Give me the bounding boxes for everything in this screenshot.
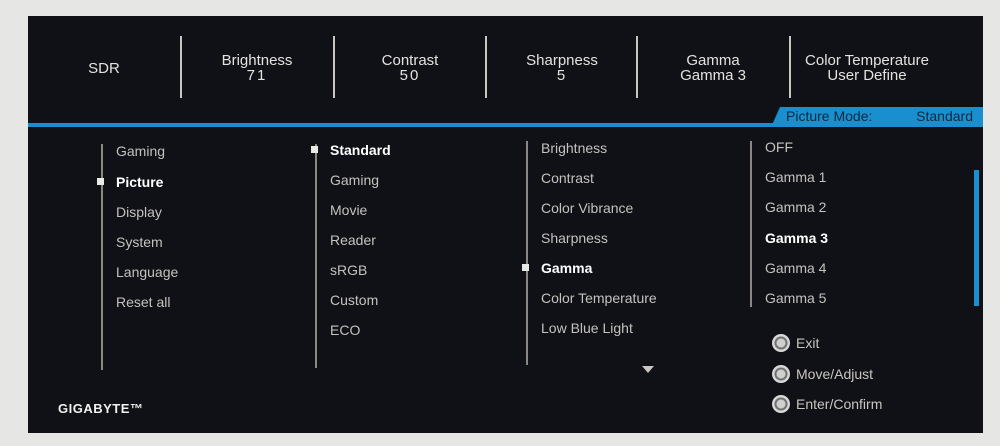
gamma-option-5[interactable]: Gamma 5 <box>765 290 826 306</box>
column-divider <box>750 141 752 307</box>
main-menu-display[interactable]: Display <box>116 204 162 220</box>
header-value: Gamma 3 <box>680 67 746 84</box>
joystick-icon <box>772 365 790 383</box>
header-label: Sharpness <box>526 52 598 69</box>
main-menu-system[interactable]: System <box>116 234 163 250</box>
header-value: 5 <box>556 67 568 84</box>
nav-hint-label: Enter/Confirm <box>796 396 883 412</box>
selected-marker <box>522 264 529 271</box>
accent-bar <box>28 123 983 127</box>
gamma-option-2[interactable]: Gamma 2 <box>765 199 826 215</box>
picture-mode-eco[interactable]: ECO <box>330 322 360 338</box>
header-label: Contrast <box>381 52 439 69</box>
picture-mode-reader[interactable]: Reader <box>330 232 376 248</box>
setting-color-vibrance[interactable]: Color Vibrance <box>541 200 633 216</box>
status-header: SDR Brightness 71 Contrast 50 Sharpness … <box>28 16 983 116</box>
picture-mode-label: Picture Mode: <box>786 108 873 124</box>
gamma-option-1[interactable]: Gamma 1 <box>765 169 826 185</box>
picture-mode-value: Standard <box>916 108 973 124</box>
header-value: 71 <box>246 67 268 84</box>
header-value: User Define <box>827 67 907 84</box>
picture-mode-custom[interactable]: Custom <box>330 292 378 308</box>
scrollbar[interactable] <box>974 170 979 306</box>
main-menu-reset-all[interactable]: Reset all <box>116 294 170 310</box>
main-menu-language[interactable]: Language <box>116 264 178 280</box>
header-mode: SDR <box>48 36 160 100</box>
header-gamma: Gamma Gamma 3 <box>638 36 788 100</box>
picture-mode-movie[interactable]: Movie <box>330 202 367 218</box>
setting-brightness[interactable]: Brightness <box>541 140 607 156</box>
selected-marker <box>311 146 318 153</box>
nav-hint-exit: Exit <box>772 334 819 352</box>
gamma-option-4[interactable]: Gamma 4 <box>765 260 826 276</box>
joystick-icon <box>772 334 790 352</box>
column-divider <box>315 144 317 368</box>
header-color-temperature: Color Temperature User Define <box>791 36 943 100</box>
nav-hint-label: Exit <box>796 335 820 351</box>
picture-mode-srgb[interactable]: sRGB <box>330 262 367 278</box>
brand-logo: GIGABYTE™ <box>58 401 144 416</box>
setting-color-temperature[interactable]: Color Temperature <box>541 290 657 306</box>
header-label: Brightness <box>221 52 293 69</box>
main-menu-picture[interactable]: Picture <box>116 174 163 190</box>
scroll-down-arrow-icon[interactable] <box>642 366 654 373</box>
setting-low-blue-light[interactable]: Low Blue Light <box>541 320 633 336</box>
header-sharpness: Sharpness 5 <box>487 36 637 100</box>
main-menu-gaming[interactable]: Gaming <box>116 143 165 159</box>
picture-mode-gaming[interactable]: Gaming <box>330 172 379 188</box>
gamma-option-off[interactable]: OFF <box>765 139 793 155</box>
header-label: Color Temperature <box>805 52 929 69</box>
setting-gamma[interactable]: Gamma <box>541 260 592 276</box>
header-label: Gamma <box>686 52 740 69</box>
header-contrast: Contrast 50 <box>335 36 485 100</box>
nav-hint-label: Move/Adjust <box>796 366 874 382</box>
selected-marker <box>97 178 104 185</box>
setting-contrast[interactable]: Contrast <box>541 170 594 186</box>
gamma-option-3[interactable]: Gamma 3 <box>765 230 828 246</box>
header-brightness: Brightness 71 <box>182 36 332 100</box>
osd-menu: SDR Brightness 71 Contrast 50 Sharpness … <box>28 16 983 433</box>
header-value: 50 <box>399 67 421 84</box>
picture-mode-standard[interactable]: Standard <box>330 142 391 158</box>
header-mode-text: SDR <box>88 59 120 77</box>
setting-sharpness[interactable]: Sharpness <box>541 230 608 246</box>
nav-hint-enter: Enter/Confirm <box>772 395 882 413</box>
joystick-icon <box>772 395 790 413</box>
nav-hint-move: Move/Adjust <box>772 365 873 383</box>
column-divider <box>526 141 528 365</box>
